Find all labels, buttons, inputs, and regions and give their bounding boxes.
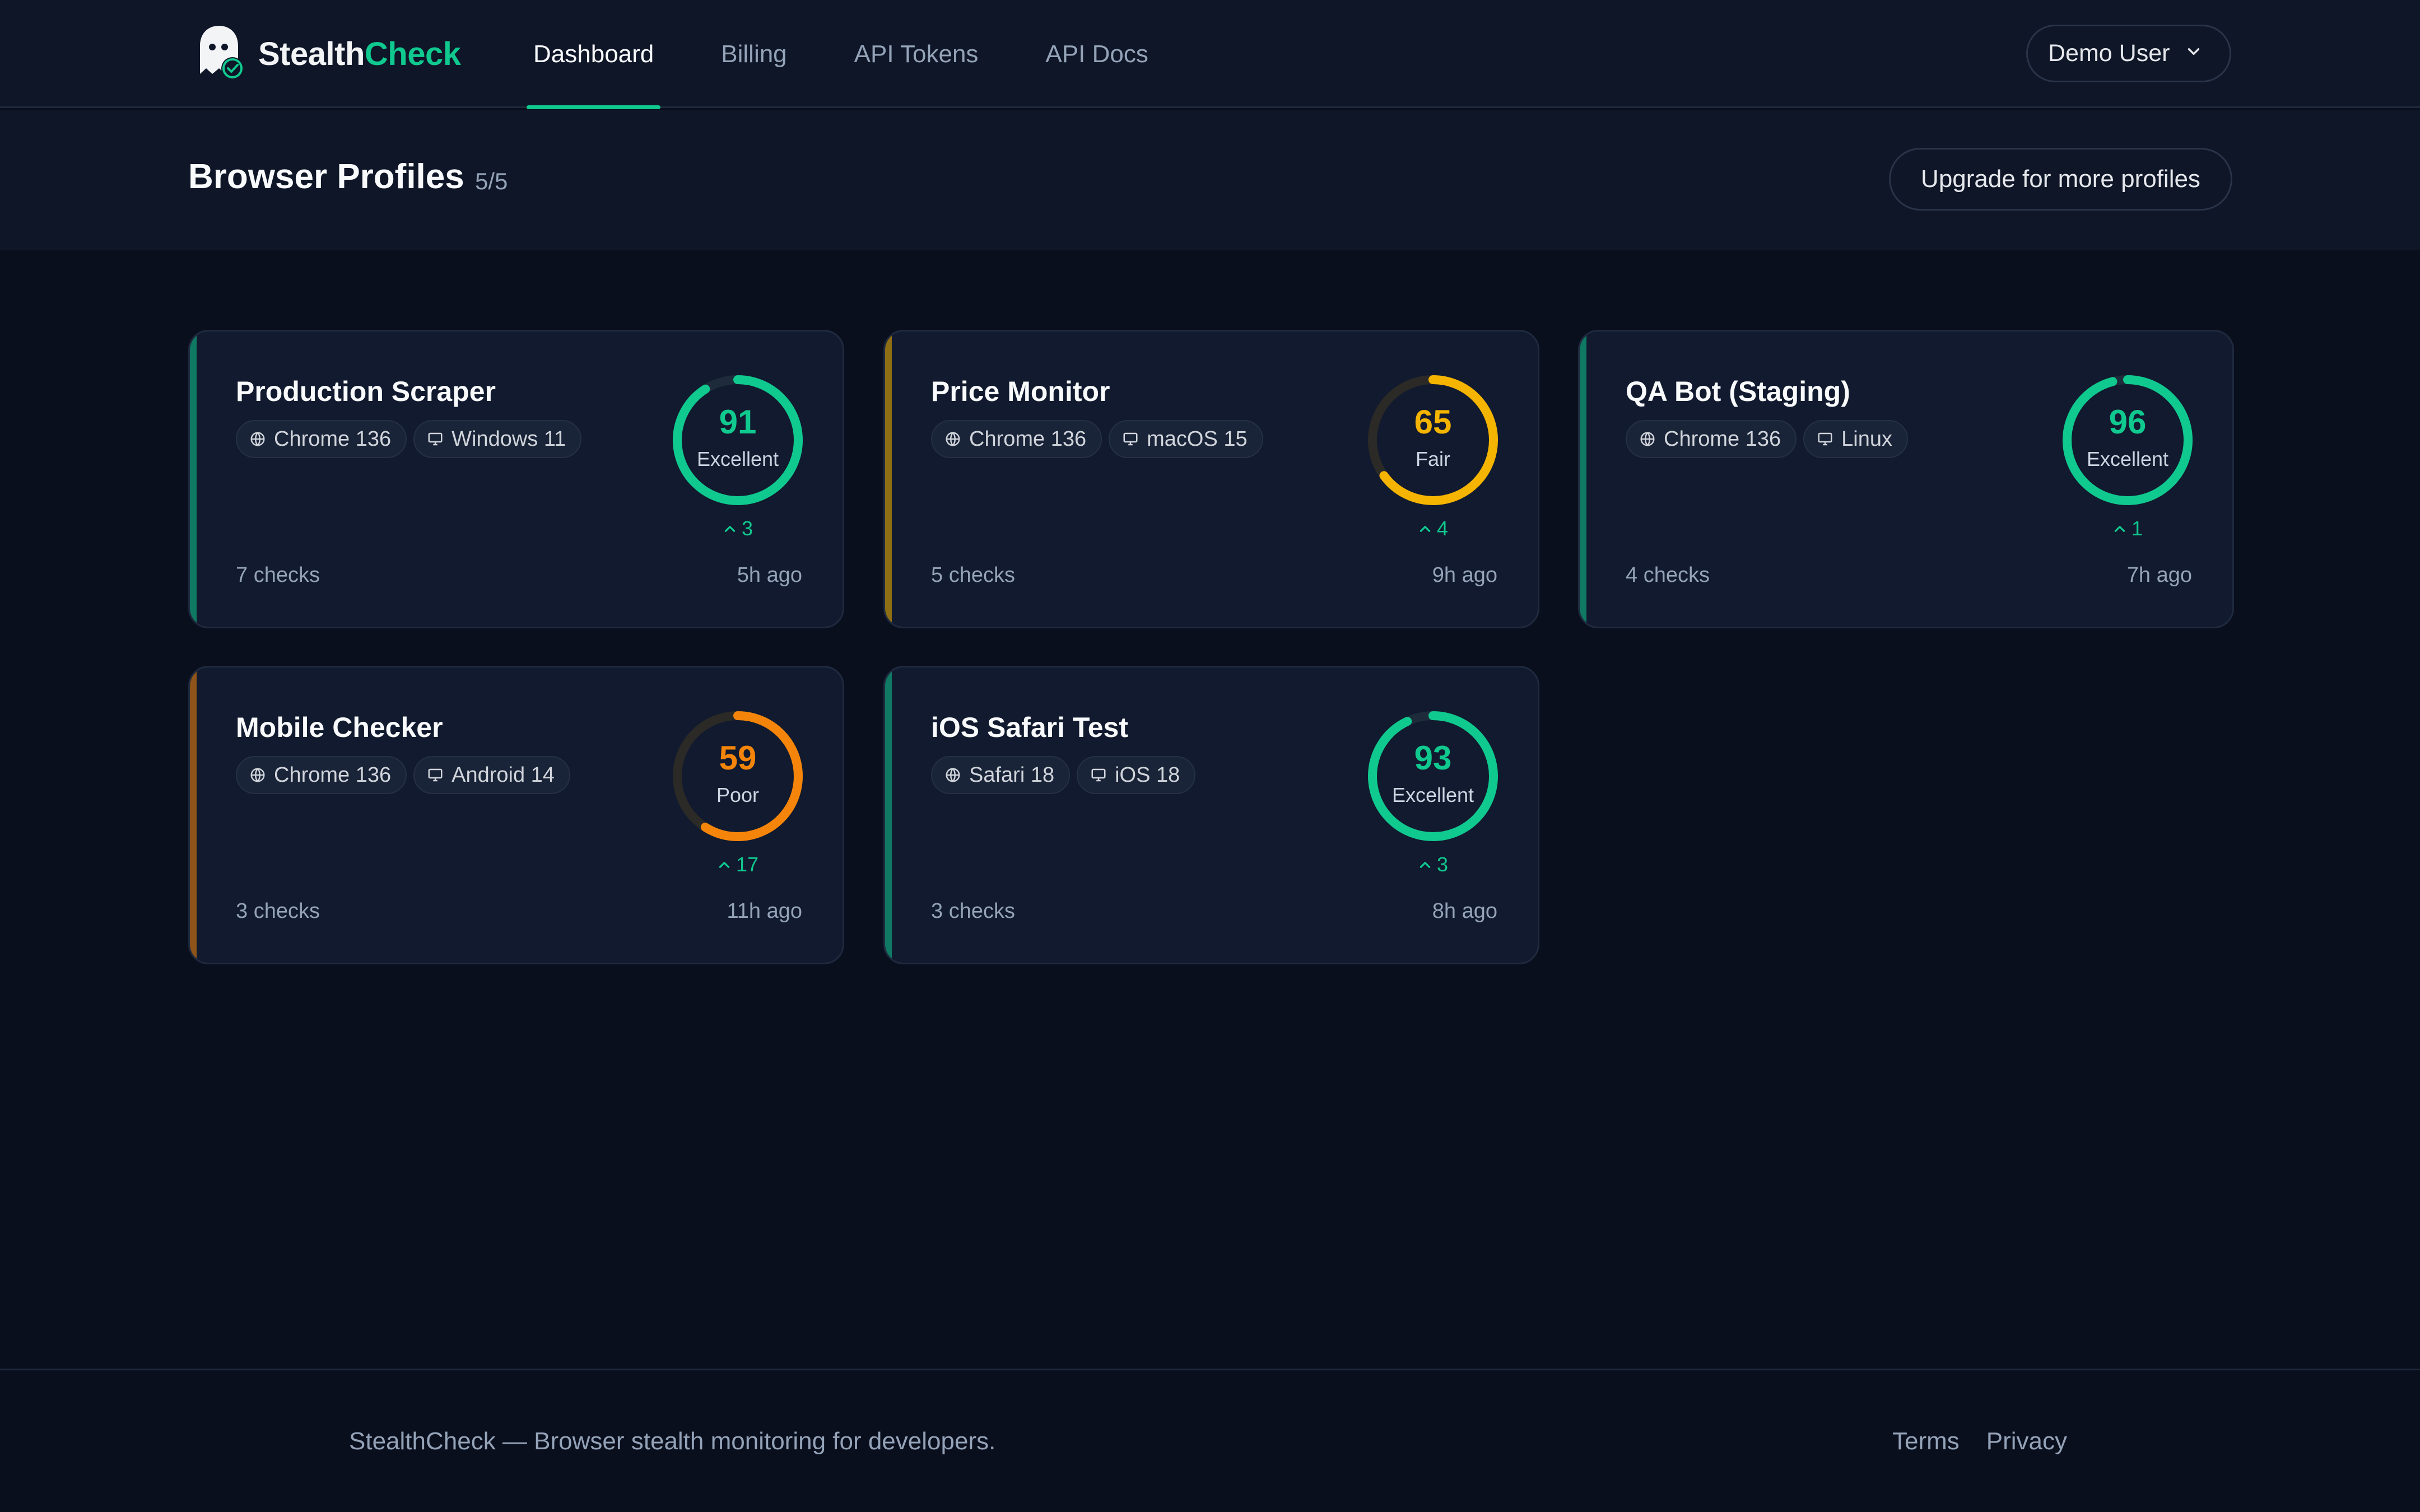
browser-chip: Safari 18 [931,756,1071,794]
check-count: 3 checks [236,899,320,923]
score-delta: 3 [1363,853,1503,876]
user-name: Demo User [2048,40,2170,67]
profile-tags: Chrome 136 Android 14 [236,756,577,794]
check-count: 7 checks [236,563,320,587]
score-delta: 4 [1363,517,1503,540]
brand-name: StealthCheck [258,36,461,72]
profile-name: Price Monitor [931,376,1110,407]
chevron-up-icon [1418,857,1437,872]
profile-name: Mobile Checker [236,712,443,743]
privacy-link[interactable]: Privacy [1986,1427,2067,1455]
globe-icon [944,431,969,447]
card-accent-bar [190,668,197,963]
page-header: Browser Profiles 5/5 Upgrade for more pr… [0,110,2420,250]
chevron-down-icon [2170,40,2203,67]
profile-card[interactable]: Mobile Checker Chrome 136 Android 14 59 Poor… [188,666,844,964]
footer: StealthCheck — Browser stealth monitorin… [0,1369,2420,1512]
os-chip: Linux [1803,420,1908,458]
card-accent-bar [190,332,197,627]
page-title: Browser Profiles [188,157,464,196]
profile-name: Production Scraper [236,376,496,407]
monitor-icon [427,767,452,783]
card-accent-bar [885,332,892,627]
terms-link[interactable]: Terms [1892,1427,1960,1455]
score-gauge: 96 Excellent [2058,370,2198,510]
profile-count: 5/5 [475,168,508,194]
score-gauge: 59 Poor [668,706,808,846]
profile-tags: Chrome 136 Linux [1626,420,1915,458]
last-check-time: 11h ago [727,899,802,923]
score-value: 91 [719,403,757,441]
last-check-time: 5h ago [737,563,802,587]
check-count: 4 checks [1626,563,1710,587]
footer-text: StealthCheck — Browser stealth monitorin… [349,1427,996,1455]
chevron-up-icon [2112,521,2132,536]
browser-chip: Chrome 136 [1626,420,1797,458]
globe-icon [249,431,274,447]
last-check-time: 9h ago [1432,563,1497,587]
check-count: 3 checks [931,899,1015,923]
score-grade: Poor [716,783,760,806]
score-value: 93 [1414,739,1452,777]
browser-chip: Chrome 136 [236,420,407,458]
score-delta: 3 [668,517,808,540]
last-check-time: 7h ago [2126,563,2192,587]
score-grade: Excellent [1392,783,1474,806]
score-grade: Fair [1416,447,1450,470]
check-count: 5 checks [931,563,1015,587]
score-delta: 17 [668,853,808,876]
monitor-icon [1090,767,1115,783]
nav-api-tokens[interactable]: API Tokens [848,0,985,108]
profile-card[interactable]: Price Monitor Chrome 136 macOS 15 65 Fair 4 5 … [883,330,1539,628]
footer-links: Terms Privacy [1892,1427,2094,1455]
score-grade: Excellent [2086,447,2169,470]
globe-icon [944,767,969,783]
browser-chip: Chrome 136 [931,420,1102,458]
profile-card[interactable]: Production Scraper Chrome 136 Windows 11 91… [188,330,844,628]
score-delta: 1 [2058,517,2198,540]
chevron-up-icon [1418,521,1437,536]
profile-tags: Chrome 136 macOS 15 [931,420,1270,458]
score-value: 96 [2109,403,2147,441]
nav-dashboard[interactable]: Dashboard [527,0,661,109]
card-accent-bar [885,668,892,963]
os-chip: Android 14 [413,756,570,794]
score-gauge: 91 Excellent [668,370,808,510]
monitor-icon [1817,431,1841,447]
profile-name: QA Bot (Staging) [1626,376,1850,407]
score-gauge: 65 Fair [1363,370,1503,510]
monitor-icon [427,431,452,447]
score-gauge: 93 Excellent [1363,706,1503,846]
ghost-check-logo-icon [196,25,246,83]
nav-api-docs[interactable]: API Docs [1039,0,1155,108]
brand-logo[interactable]: StealthCheck [196,25,461,83]
nav-billing[interactable]: Billing [714,0,793,108]
globe-icon [1639,431,1664,447]
profile-tags: Chrome 136 Windows 11 [236,420,588,458]
globe-icon [249,767,274,783]
score-value: 65 [1414,403,1452,441]
last-check-time: 8h ago [1432,899,1497,923]
upgrade-button[interactable]: Upgrade for more profiles [1889,148,2232,211]
score-grade: Excellent [696,447,779,470]
profile-card[interactable]: iOS Safari Test Safari 18 iOS 18 93 Excellen… [883,666,1539,964]
profile-name: iOS Safari Test [931,712,1128,743]
chevron-up-icon [717,857,736,872]
profile-tags: Safari 18 iOS 18 [931,756,1202,794]
os-chip: iOS 18 [1077,756,1196,794]
card-accent-bar [1580,332,1586,627]
monitor-icon [1122,431,1147,447]
chevron-up-icon [723,521,742,536]
browser-chip: Chrome 136 [236,756,407,794]
user-menu-button[interactable]: Demo User [2026,25,2231,82]
os-chip: Windows 11 [413,420,582,458]
main-nav: Dashboard Billing API Tokens API Docs [527,0,1209,109]
top-navbar: StealthCheck Dashboard Billing API Token… [0,0,2420,109]
score-value: 59 [719,739,757,777]
os-chip: macOS 15 [1109,420,1263,458]
profile-card[interactable]: QA Bot (Staging) Chrome 136 Linux 96 Excelle… [1578,330,2234,628]
